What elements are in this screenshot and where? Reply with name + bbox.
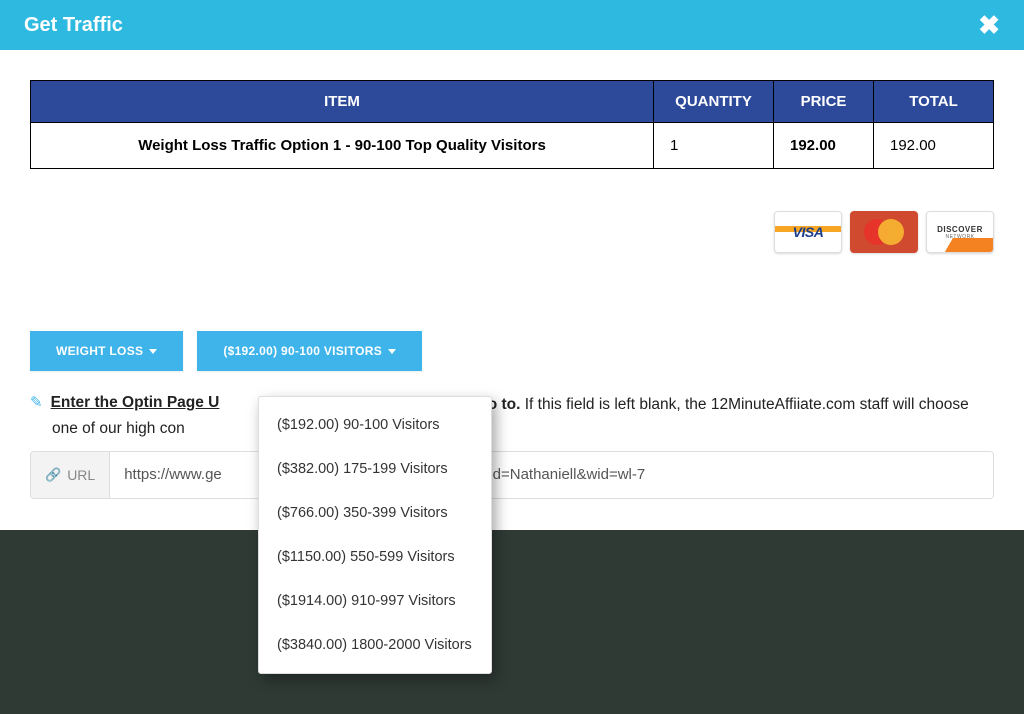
discover-swoosh <box>927 238 993 252</box>
dropdown-option[interactable]: ($382.00) 175-199 Visitors <box>259 447 491 491</box>
package-label: ($192.00) 90-100 VISITORS <box>223 344 382 358</box>
category-dropdown-button[interactable]: WEIGHT LOSS <box>30 331 183 371</box>
package-dropdown-menu: ($192.00) 90-100 Visitors ($382.00) 175-… <box>258 396 492 674</box>
visa-icon <box>774 211 842 253</box>
col-quantity: QUANTITY <box>654 81 774 123</box>
url-input-group: 🔗 URL <box>30 451 994 499</box>
mastercard-icon <box>850 211 918 253</box>
dropdown-option[interactable]: ($1150.00) 550-599 Visitors <box>259 535 491 579</box>
pencil-icon: ✎ <box>30 391 43 414</box>
col-total: TOTAL <box>874 81 994 123</box>
table-row: Weight Loss Traffic Option 1 - 90-100 To… <box>31 123 994 169</box>
cell-item: Weight Loss Traffic Option 1 - 90-100 To… <box>31 123 654 169</box>
cell-total: 192.00 <box>874 123 994 169</box>
modal-title: Get Traffic <box>24 14 123 37</box>
modal-header: Get Traffic ✖ <box>0 0 1024 50</box>
package-dropdown-button[interactable]: ($192.00) 90-100 VISITORS <box>197 331 422 371</box>
dropdown-option[interactable]: ($1914.00) 910-997 Visitors <box>259 579 491 623</box>
backdrop <box>0 530 1024 714</box>
dropdown-option[interactable]: ($192.00) 90-100 Visitors <box>259 403 491 447</box>
discover-icon: DISCOVER NETWORK <box>926 211 994 253</box>
dropdown-option[interactable]: ($3840.00) 1800-2000 Visitors <box>259 623 491 667</box>
cell-quantity: 1 <box>654 123 774 169</box>
chevron-down-icon <box>149 349 157 354</box>
col-price: PRICE <box>774 81 874 123</box>
discover-label: DISCOVER <box>937 225 983 234</box>
url-addon-label: URL <box>67 467 95 483</box>
dropdown-buttons: WEIGHT LOSS ($192.00) 90-100 VISITORS <box>30 331 994 371</box>
dropdown-option[interactable]: ($766.00) 350-399 Visitors <box>259 491 491 535</box>
payment-card-logos: DISCOVER NETWORK <box>30 211 994 253</box>
url-input[interactable] <box>110 452 993 498</box>
order-table: ITEM QUANTITY PRICE TOTAL Weight Loss Tr… <box>30 80 994 169</box>
close-icon[interactable]: ✖ <box>978 12 1000 38</box>
category-label: WEIGHT LOSS <box>56 344 143 358</box>
link-icon: 🔗 <box>45 467 61 483</box>
chevron-down-icon <box>388 349 396 354</box>
modal-body: ITEM QUANTITY PRICE TOTAL Weight Loss Tr… <box>0 50 1024 529</box>
cell-price: 192.00 <box>774 123 874 169</box>
table-header-row: ITEM QUANTITY PRICE TOTAL <box>31 81 994 123</box>
col-item: ITEM <box>31 81 654 123</box>
url-addon: 🔗 URL <box>31 452 110 498</box>
